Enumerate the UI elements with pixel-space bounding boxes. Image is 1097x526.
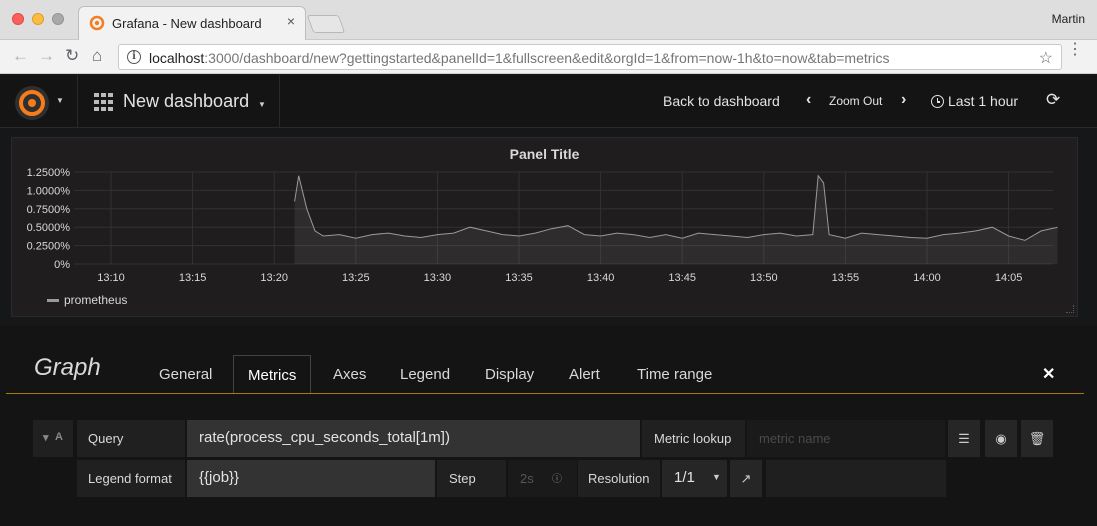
panel-editor: Graph General Metrics Axes Legend Displa… [0, 326, 1097, 526]
refresh-icon[interactable]: ⟳ [1046, 90, 1060, 110]
dashboard-picker[interactable]: New dashboard ▼ [78, 75, 280, 128]
home-icon[interactable]: ⌂ [92, 46, 102, 66]
tab-metrics[interactable]: Metrics [233, 355, 311, 394]
grafana-logo-icon [15, 86, 49, 120]
legend-series-label[interactable]: prometheus [64, 293, 127, 307]
profile-name[interactable]: Martin [1052, 12, 1085, 26]
query-label-box: Query [77, 420, 185, 457]
resolution-label: Resolution [588, 471, 650, 486]
y-tick-label: 0.7500% [27, 204, 71, 216]
tab-title: Grafana - New dashboard [112, 16, 262, 31]
graph-panel: Panel Title 0% 0.2500% 0.5000% 0.7500% 1.000… [11, 137, 1078, 317]
menu-icon[interactable]: ⋮ [1067, 42, 1083, 58]
tab-divider [6, 393, 1084, 394]
x-tick-label: 13:40 [587, 272, 615, 284]
tab-close-icon[interactable]: × [287, 13, 295, 29]
x-tick-label: 13:50 [750, 272, 778, 284]
x-tick-label: 13:20 [260, 272, 288, 284]
tab-alert[interactable]: Alert [569, 366, 600, 383]
url-text[interactable]: localhost:3000/dashboard/new?gettingstar… [149, 50, 890, 66]
info-icon[interactable]: i [127, 50, 141, 64]
caret-down-icon: ▾ [43, 432, 49, 444]
close-editor-icon[interactable]: ✕ [1042, 364, 1055, 384]
y-tick-label: 1.2500% [27, 167, 71, 179]
x-tick-label: 13:45 [668, 272, 696, 284]
legend-format-label-box: Legend format [77, 460, 185, 497]
close-window-button[interactable] [12, 13, 24, 25]
star-icon[interactable]: ☆ [1039, 48, 1053, 68]
grafana-favicon-icon [89, 15, 105, 31]
legend-format-label: Legend format [88, 471, 172, 486]
x-tick-label: 13:25 [342, 272, 370, 284]
maximize-window-button[interactable] [52, 13, 64, 25]
graph-chart: 0% 0.2500% 0.5000% 0.7500% 1.0000% 1.2500% 13:… [27, 167, 1058, 284]
back-to-dashboard-button[interactable]: Back to dashboard [663, 93, 780, 109]
tab-axes[interactable]: Axes [333, 366, 366, 383]
caret-down-icon: ▼ [258, 100, 266, 109]
tab-time-range[interactable]: Time range [637, 366, 712, 383]
legend-format-input[interactable]: {{job}} [187, 460, 435, 497]
share-icon[interactable]: ↗ [730, 460, 762, 497]
step-input[interactable]: 2s ⓘ [508, 460, 577, 497]
y-tick-label: 0.5000% [27, 222, 71, 234]
resolution-select[interactable]: 1/1 ▼ [662, 460, 727, 497]
browser-tab[interactable]: Grafana - New dashboard × [78, 6, 306, 40]
browser-toolbar: ← → ↻ ⌂ i localhost:3000/dashboard/new?g… [0, 40, 1097, 74]
hamburger-menu-icon[interactable]: ☰ [948, 420, 980, 457]
tab-general[interactable]: General [159, 366, 212, 383]
time-range-picker[interactable]: Last 1 hour [948, 93, 1018, 109]
step-label-box: Step [437, 460, 506, 497]
y-tick-label: 0% [54, 259, 70, 271]
metric-lookup-input[interactable]: metric name [747, 420, 945, 457]
tab-legend[interactable]: Legend [400, 366, 450, 383]
tab-display[interactable]: Display [485, 366, 534, 383]
grafana-menu-button[interactable]: ▼ [0, 75, 78, 128]
x-tick-label: 13:10 [97, 272, 125, 284]
minimize-window-button[interactable] [32, 13, 44, 25]
eye-icon[interactable]: ◉ [985, 420, 1017, 457]
back-arrow-icon[interactable]: ← [12, 46, 29, 66]
forward-arrow-icon[interactable]: → [38, 46, 55, 66]
editor-title: Graph [34, 354, 101, 381]
caret-down-icon: ▼ [712, 472, 721, 482]
resolution-label-box: Resolution [578, 460, 660, 497]
grafana-navbar: ▼ New dashboard ▼ Back to dashboard ‹ Zo… [0, 75, 1097, 128]
y-tick-label: 0.2500% [27, 241, 71, 253]
x-tick-label: 14:05 [995, 272, 1023, 284]
empty-field [766, 460, 946, 497]
x-tick-label: 13:35 [505, 272, 533, 284]
browser-titlebar: Grafana - New dashboard × Martin [0, 0, 1097, 40]
dashboard-grid-icon [94, 93, 113, 111]
series-area [294, 175, 1058, 264]
metric-lookup-label: Metric lookup [654, 431, 732, 446]
x-tick-label: 13:30 [424, 272, 452, 284]
dashboard-title: New dashboard [123, 91, 250, 111]
x-tick-label: 13:15 [179, 272, 207, 284]
y-tick-label: 1.0000% [27, 185, 71, 197]
trash-icon[interactable]: 🗑 [1021, 420, 1053, 457]
legend-series-swatch [47, 299, 59, 302]
caret-down-icon: ▼ [56, 96, 64, 105]
query-row-toggle[interactable]: ▾ A [33, 420, 73, 457]
info-circle-icon[interactable]: ⓘ [552, 470, 562, 485]
panel-resize-handle[interactable] [1066, 305, 1074, 313]
query-input[interactable]: rate(process_cpu_seconds_total[1m]) [187, 420, 640, 457]
query-label: Query [88, 431, 124, 446]
address-bar[interactable]: i localhost:3000/dashboard/new?gettingst… [118, 44, 1062, 70]
x-tick-label: 13:55 [832, 272, 860, 284]
step-label: Step [449, 471, 476, 486]
query-row-id: A [55, 431, 63, 443]
new-tab-button[interactable] [306, 15, 346, 33]
series-line [294, 174, 1058, 241]
reload-icon[interactable]: ↻ [65, 46, 79, 66]
time-shift-forward-icon[interactable]: › [901, 91, 906, 109]
clock-icon [931, 95, 944, 108]
time-shift-back-icon[interactable]: ‹ [806, 91, 811, 109]
x-tick-label: 14:00 [913, 272, 941, 284]
metric-lookup-label-box: Metric lookup [642, 420, 745, 457]
zoom-out-button[interactable]: Zoom Out [829, 94, 882, 108]
